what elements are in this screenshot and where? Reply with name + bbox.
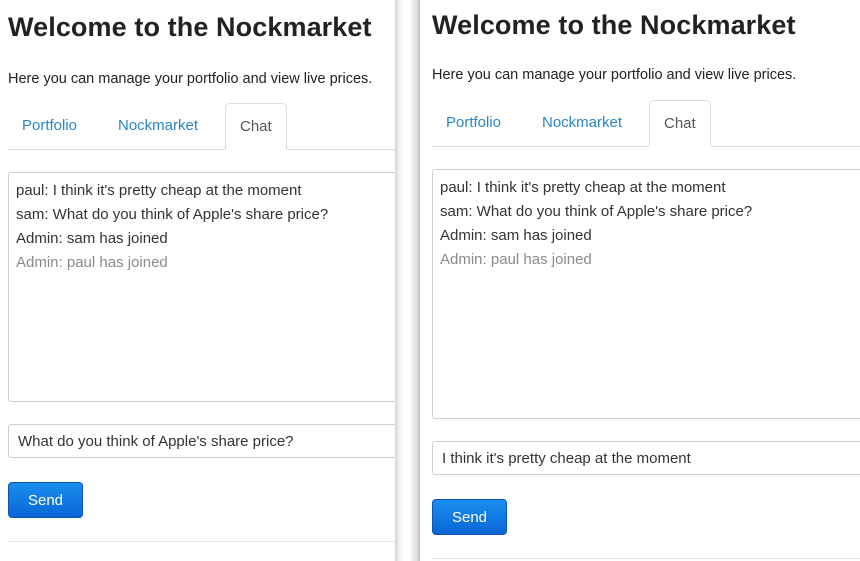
tab-chat[interactable]: Chat (225, 103, 287, 150)
message-input[interactable] (8, 424, 395, 458)
divider-line (8, 541, 395, 542)
chat-log[interactable]: paul: I think it's pretty cheap at the m… (432, 169, 860, 419)
tab-chat[interactable]: Chat (649, 100, 711, 147)
chat-message: Admin: sam has joined (16, 230, 168, 247)
chat-log[interactable]: paul: I think it's pretty cheap at the m… (8, 172, 395, 402)
message-input[interactable] (432, 441, 860, 475)
tab-nockmarket[interactable]: Nockmarket (118, 103, 198, 148)
page-title: Welcome to the Nockmarket (432, 10, 796, 40)
chat-message: paul: I think it's pretty cheap at the m… (440, 179, 726, 196)
page-subtitle: Here you can manage your portfolio and v… (8, 71, 373, 87)
page-title: Welcome to the Nockmarket (8, 12, 372, 42)
tab-portfolio[interactable]: Portfolio (22, 103, 77, 148)
chat-message: Admin: sam has joined (440, 227, 592, 244)
chat-window-right: Welcome to the Nockmarket Here you can m… (420, 0, 860, 561)
page-subtitle: Here you can manage your portfolio and v… (432, 67, 797, 83)
tab-nockmarket[interactable]: Nockmarket (542, 100, 622, 145)
tab-portfolio[interactable]: Portfolio (446, 100, 501, 145)
send-button[interactable]: Send (8, 482, 83, 518)
chat-message: sam: What do you think of Apple's share … (16, 206, 329, 223)
divider-line (432, 558, 860, 559)
chat-message: sam: What do you think of Apple's share … (440, 203, 753, 220)
chat-window-left: Welcome to the Nockmarket Here you can m… (0, 0, 395, 561)
tab-bar: Portfolio Nockmarket Chat (432, 100, 860, 147)
chat-message: Admin: paul has joined (440, 251, 592, 268)
chat-message: Admin: paul has joined (16, 254, 168, 271)
tab-bar: Portfolio Nockmarket Chat (8, 103, 395, 150)
window-separator (395, 0, 420, 561)
chat-message: paul: I think it's pretty cheap at the m… (16, 182, 302, 199)
send-button[interactable]: Send (432, 499, 507, 535)
